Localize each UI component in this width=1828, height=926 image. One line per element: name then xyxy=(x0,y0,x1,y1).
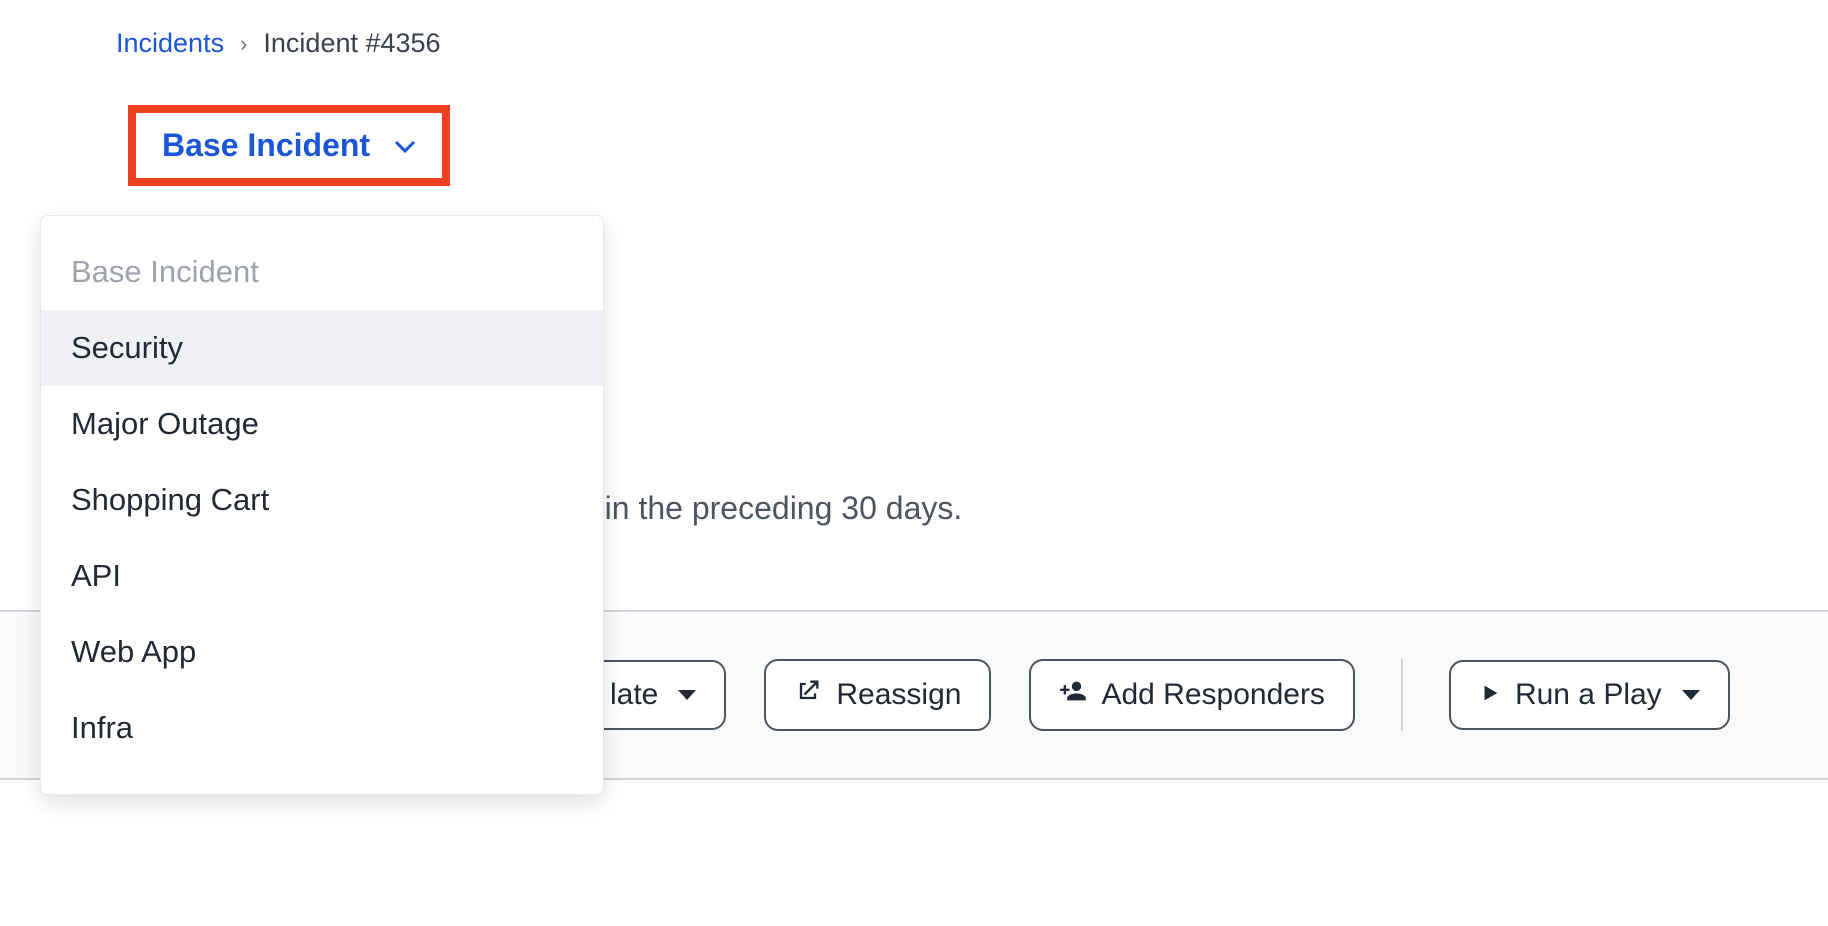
person-add-icon xyxy=(1059,677,1087,713)
dropdown-item-security[interactable]: Security xyxy=(41,310,603,386)
breadcrumb: Incidents › Incident #4356 xyxy=(0,0,1828,59)
add-responders-label: Add Responders xyxy=(1101,678,1324,712)
add-responders-button[interactable]: Add Responders xyxy=(1029,659,1354,731)
dropdown-item-base-incident: Base Incident xyxy=(41,234,603,310)
play-icon xyxy=(1479,678,1501,712)
reassign-label: Reassign xyxy=(836,678,961,712)
incident-type-label: Base Incident xyxy=(162,127,370,164)
run-play-label: Run a Play xyxy=(1515,678,1662,712)
toolbar-divider xyxy=(1401,659,1403,731)
chevron-down-icon xyxy=(394,135,416,157)
breadcrumb-current: Incident #4356 xyxy=(263,28,440,59)
dropdown-item-infra[interactable]: Infra xyxy=(41,690,603,766)
late-button-label: late xyxy=(610,678,658,712)
caret-down-icon xyxy=(1682,690,1700,700)
incident-type-dropdown-menu: Base Incident Security Major Outage Shop… xyxy=(40,215,604,795)
reassign-button[interactable]: Reassign xyxy=(764,659,991,731)
incident-type-dropdown-button[interactable]: Base Incident xyxy=(128,105,450,186)
breadcrumb-separator: › xyxy=(240,31,247,57)
caret-down-icon xyxy=(678,690,696,700)
breadcrumb-root-link[interactable]: Incidents xyxy=(116,28,224,59)
share-icon xyxy=(794,677,822,713)
dropdown-item-major-outage[interactable]: Major Outage xyxy=(41,386,603,462)
dropdown-item-shopping-cart[interactable]: Shopping Cart xyxy=(41,462,603,538)
dropdown-item-api[interactable]: API xyxy=(41,538,603,614)
run-play-button[interactable]: Run a Play xyxy=(1449,660,1730,730)
dropdown-item-web-app[interactable]: Web App xyxy=(41,614,603,690)
